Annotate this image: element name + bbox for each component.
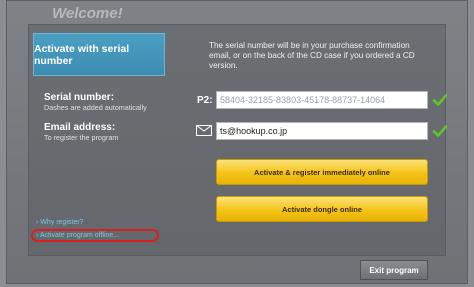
email-valid-check-icon [432,125,448,137]
email-address-input[interactable]: ts@hookup.co.jp [216,122,428,140]
envelope-icon [196,125,212,136]
serial-description: The serial number will be in your purcha… [209,41,415,70]
serial-number-label: Serial number: [44,92,115,103]
why-register-link[interactable]: › Why register? [36,219,83,226]
window-title: Welcome! [52,5,123,22]
serial-valid-check-icon [432,94,448,106]
email-address-hint: To register the program [44,133,119,142]
exit-program-button[interactable]: Exit program [360,260,428,280]
serial-number-input[interactable]: 58404-32185-83803-45178-88737-14064 [216,91,428,109]
email-address-label: Email address: [44,122,116,133]
serial-prefix: P2: [197,95,213,106]
serial-number-hint: Dashes are added automatically [44,103,147,112]
activate-register-online-button[interactable]: Activate & register immediately online [216,159,428,185]
tab-activate-serial[interactable]: Activate with serial number [33,33,165,76]
offline-link-highlight [31,229,159,242]
activate-dongle-online-button[interactable]: Activate dongle online [216,196,428,222]
